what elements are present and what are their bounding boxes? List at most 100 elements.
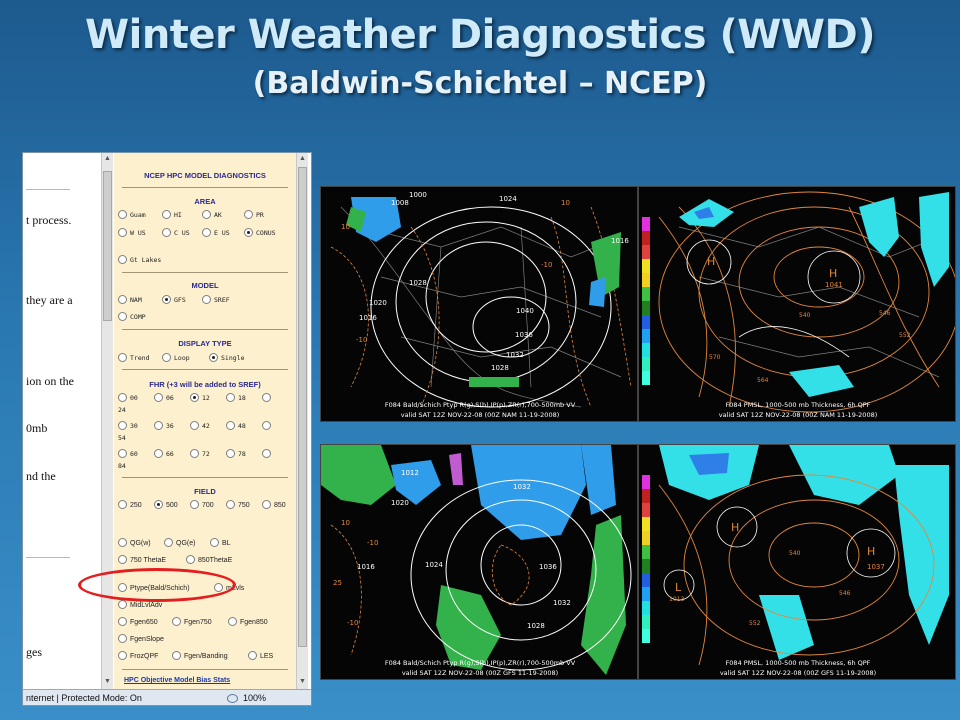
radio-selected-icon[interactable] bbox=[190, 393, 199, 402]
radio-fhr-36[interactable]: 36 bbox=[154, 421, 174, 432]
radio-level-500[interactable]: 500 bbox=[154, 500, 178, 511]
scrollbar-thumb[interactable] bbox=[298, 167, 307, 647]
radio-model-gfs[interactable]: GFS bbox=[162, 295, 186, 306]
radio-circle-icon[interactable] bbox=[172, 651, 181, 660]
radio-field-750-thetae[interactable]: 750 ThetaE bbox=[118, 555, 166, 566]
radio-area-ak[interactable]: AK bbox=[202, 210, 222, 221]
radio-area-e-us[interactable]: E US bbox=[202, 228, 230, 239]
radio-field-les[interactable]: LES bbox=[248, 651, 273, 662]
radio-field-fgen650[interactable]: Fgen650 bbox=[118, 617, 158, 628]
radio-circle-icon[interactable] bbox=[118, 617, 127, 626]
radio-display-single[interactable]: Single bbox=[209, 353, 244, 364]
radio-field-fgen-banding[interactable]: Fgen/Banding bbox=[172, 651, 228, 662]
radio-field-midlvladv[interactable]: MidLvlAdv bbox=[118, 600, 162, 611]
radio-area-c-us[interactable]: C US bbox=[162, 228, 190, 239]
radio-circle-icon[interactable] bbox=[118, 651, 127, 660]
radio-circle-icon[interactable] bbox=[202, 295, 211, 304]
radio-circle-icon[interactable] bbox=[118, 295, 127, 304]
radio-circle-icon[interactable] bbox=[172, 617, 181, 626]
radio-circle-icon[interactable] bbox=[118, 449, 127, 458]
scroll-up-arrow-icon[interactable]: ▲ bbox=[297, 153, 308, 165]
radio-level-250[interactable]: 250 bbox=[118, 500, 142, 511]
radio-model-nam[interactable]: NAM bbox=[118, 295, 142, 306]
radio-fhr-42[interactable]: 42 bbox=[190, 421, 210, 432]
radio-circle-icon[interactable] bbox=[162, 228, 171, 237]
radio-fhr-06[interactable]: 06 bbox=[154, 393, 174, 404]
radio-circle-icon[interactable] bbox=[154, 393, 163, 402]
radio-field-qg-w[interactable]: QG(w) bbox=[118, 538, 151, 549]
radio-fhr-48[interactable]: 48 bbox=[226, 421, 246, 432]
radio-area-gt-lakes[interactable]: Gt Lakes bbox=[118, 255, 161, 266]
radio-circle-icon[interactable] bbox=[202, 228, 211, 237]
radio-fhr-72[interactable]: 72 bbox=[190, 449, 210, 460]
radio-field-mlvls[interactable]: mLvls bbox=[214, 583, 244, 594]
radio-circle-icon[interactable] bbox=[186, 555, 195, 564]
radio-circle-icon[interactable] bbox=[154, 449, 163, 458]
radio-circle-icon[interactable] bbox=[118, 353, 127, 362]
radio-level-700[interactable]: 700 bbox=[190, 500, 214, 511]
radio-area-conus[interactable]: CONUS bbox=[244, 228, 276, 239]
radio-circle-icon[interactable] bbox=[226, 421, 235, 430]
radio-selected-icon[interactable] bbox=[162, 295, 171, 304]
radio-circle-icon[interactable] bbox=[226, 500, 235, 509]
radio-area-hi[interactable]: HI bbox=[162, 210, 182, 221]
radio-level-850[interactable]: 850 bbox=[262, 500, 286, 511]
radio-circle-icon[interactable] bbox=[118, 421, 127, 430]
radio-fhr-24[interactable] bbox=[262, 393, 274, 404]
radio-selected-icon[interactable] bbox=[209, 353, 218, 362]
radio-field-fgen750[interactable]: Fgen750 bbox=[172, 617, 212, 628]
radio-circle-icon[interactable] bbox=[118, 583, 127, 592]
scrollbar-thumb[interactable] bbox=[103, 171, 112, 321]
radio-circle-icon[interactable] bbox=[118, 600, 127, 609]
radio-circle-icon[interactable] bbox=[248, 651, 257, 660]
radio-circle-icon[interactable] bbox=[118, 393, 127, 402]
radio-fhr-00[interactable]: 00 bbox=[118, 393, 138, 404]
radio-fhr-66[interactable]: 66 bbox=[154, 449, 174, 460]
radio-circle-icon[interactable] bbox=[226, 449, 235, 458]
radio-circle-icon[interactable] bbox=[210, 538, 219, 547]
radio-circle-icon[interactable] bbox=[262, 500, 271, 509]
radio-model-sref[interactable]: SREF bbox=[202, 295, 230, 306]
radio-circle-icon[interactable] bbox=[118, 255, 127, 264]
bias-stats-link[interactable]: HPC Objective Model Bias Stats bbox=[124, 677, 230, 684]
radio-fhr-30[interactable]: 30 bbox=[118, 421, 138, 432]
radio-circle-icon[interactable] bbox=[262, 393, 271, 402]
radio-model-comp[interactable]: COMP bbox=[118, 312, 146, 323]
radio-circle-icon[interactable] bbox=[162, 210, 171, 219]
radio-circle-icon[interactable] bbox=[118, 634, 127, 643]
radio-area-pr[interactable]: PR bbox=[244, 210, 264, 221]
radio-circle-icon[interactable] bbox=[118, 312, 127, 321]
radio-area-guam[interactable]: Guam bbox=[118, 210, 146, 221]
radio-circle-icon[interactable] bbox=[226, 393, 235, 402]
radio-field-fgenslope[interactable]: FgenSlope bbox=[118, 634, 164, 645]
zoom-icon[interactable] bbox=[227, 694, 238, 703]
radio-field-fgen850[interactable]: Fgen850 bbox=[228, 617, 268, 628]
radio-fhr-54[interactable] bbox=[262, 421, 274, 432]
radio-circle-icon[interactable] bbox=[118, 538, 127, 547]
radio-circle-icon[interactable] bbox=[202, 210, 211, 219]
radio-circle-icon[interactable] bbox=[262, 421, 271, 430]
radio-circle-icon[interactable] bbox=[190, 500, 199, 509]
radio-circle-icon[interactable] bbox=[118, 228, 127, 237]
radio-circle-icon[interactable] bbox=[228, 617, 237, 626]
radio-field-frozqpf[interactable]: FrozQPF bbox=[118, 651, 158, 662]
radio-field-qg-e[interactable]: QG(e) bbox=[164, 538, 195, 549]
right-scrollbar[interactable]: ▲ ▼ bbox=[296, 153, 308, 689]
radio-circle-icon[interactable] bbox=[244, 210, 253, 219]
radio-circle-icon[interactable] bbox=[190, 449, 199, 458]
radio-selected-icon[interactable] bbox=[154, 500, 163, 509]
scroll-down-arrow-icon[interactable]: ▼ bbox=[297, 676, 308, 688]
radio-area-w-us[interactable]: W US bbox=[118, 228, 146, 239]
radio-circle-icon[interactable] bbox=[118, 500, 127, 509]
radio-fhr-78[interactable]: 78 bbox=[226, 449, 246, 460]
radio-selected-icon[interactable] bbox=[244, 228, 253, 237]
radio-circle-icon[interactable] bbox=[190, 421, 199, 430]
radio-circle-icon[interactable] bbox=[214, 583, 223, 592]
radio-circle-icon[interactable] bbox=[118, 210, 127, 219]
radio-display-trend[interactable]: Trend bbox=[118, 353, 150, 364]
scroll-down-arrow-icon[interactable]: ▼ bbox=[102, 676, 113, 688]
radio-fhr-60[interactable]: 60 bbox=[118, 449, 138, 460]
radio-fhr-18[interactable]: 18 bbox=[226, 393, 246, 404]
radio-circle-icon[interactable] bbox=[162, 353, 171, 362]
radio-circle-icon[interactable] bbox=[164, 538, 173, 547]
